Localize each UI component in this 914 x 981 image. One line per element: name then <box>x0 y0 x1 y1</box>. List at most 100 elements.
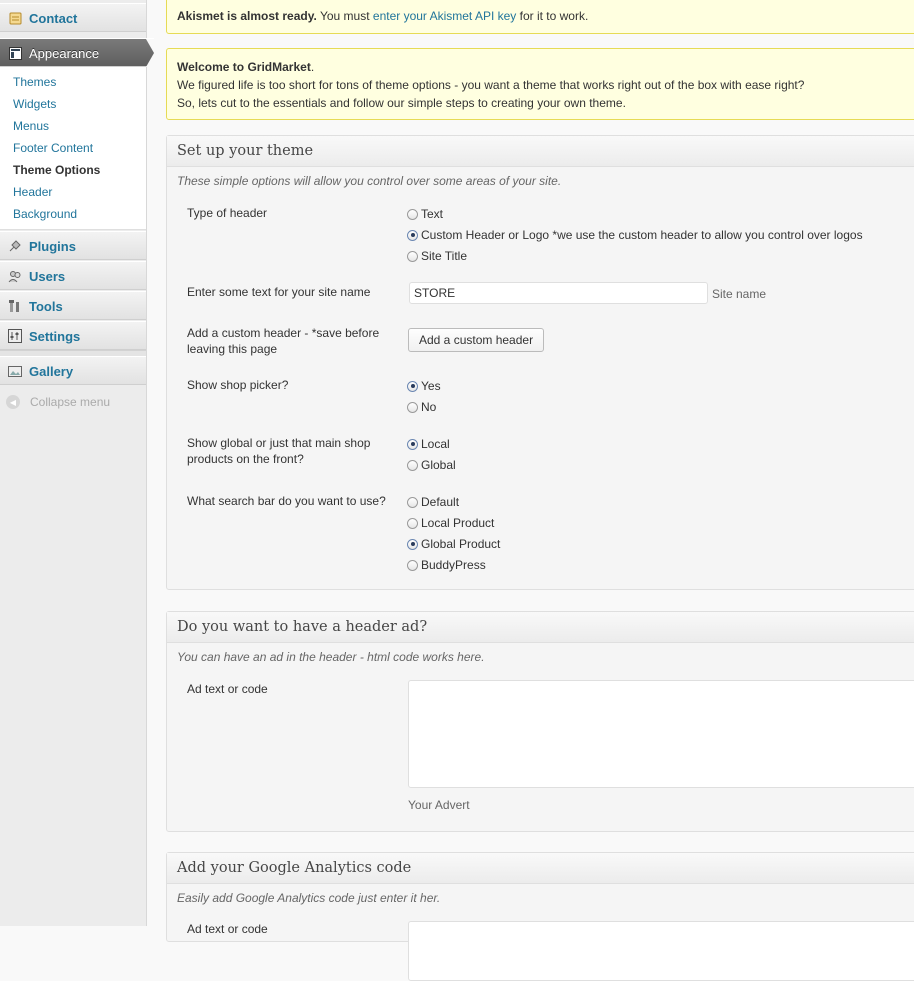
menu-contact-label: Contact <box>29 11 78 26</box>
menu-gallery[interactable]: Gallery <box>0 356 146 385</box>
submenu-header[interactable]: Header <box>13 185 52 199</box>
header-type-text-label: Text <box>421 207 444 221</box>
menu-settings[interactable]: Settings <box>0 321 146 350</box>
radio-circle[interactable] <box>407 559 418 571</box>
products-local-radio[interactable]: Local <box>407 437 450 451</box>
analytics-title: Add your Google Analytics code <box>167 853 914 884</box>
header-type-text-radio[interactable]: Text <box>407 207 443 221</box>
setup-theme-box: Set up your theme These simple options w… <box>166 135 914 590</box>
shop-picker-yes-label: Yes <box>421 379 441 393</box>
analytics-description: Easily add Google Analytics code just en… <box>177 891 441 905</box>
menu-appearance[interactable]: Appearance <box>0 38 154 67</box>
menu-appearance-label: Appearance <box>29 46 100 61</box>
radio-circle[interactable] <box>407 250 418 262</box>
analytics-textarea[interactable] <box>408 921 914 981</box>
menu-contact[interactable]: Contact <box>0 3 146 32</box>
header-type-label: Type of header <box>187 206 268 220</box>
settings-icon <box>8 329 22 343</box>
welcome-title-line: Welcome to GridMarket. <box>177 58 914 76</box>
akismet-notice-text-post: for it to work. <box>516 9 589 23</box>
akismet-notice-bold: Akismet is almost ready. <box>177 9 317 23</box>
collapse-arrow-icon: ◀ <box>6 395 20 409</box>
radio-circle[interactable] <box>407 438 418 450</box>
search-bar-label: What search bar do you want to use? <box>187 494 386 508</box>
radio-circle[interactable] <box>407 459 418 471</box>
header-type-site-title-radio[interactable]: Site Title <box>407 249 467 263</box>
radio-circle[interactable] <box>407 538 418 550</box>
appearance-submenu: Themes Widgets Menus Footer Content Them… <box>0 67 146 230</box>
users-icon <box>8 269 22 283</box>
menu-plugins[interactable]: Plugins <box>0 231 146 260</box>
menu-users[interactable]: Users <box>0 261 146 290</box>
shop-picker-label: Show shop picker? <box>187 378 289 392</box>
header-type-custom-radio[interactable]: Custom Header or Logo *we use the custom… <box>407 228 863 242</box>
header-ad-title: Do you want to have a header ad? <box>167 612 914 643</box>
radio-circle[interactable] <box>407 208 418 220</box>
add-custom-header-button[interactable]: Add a custom header <box>408 328 545 352</box>
search-local-product-label: Local Product <box>421 516 495 530</box>
site-name-input[interactable] <box>409 282 708 304</box>
akismet-notice-text-pre: You must <box>316 9 373 23</box>
welcome-title: Welcome to GridMarket <box>177 60 311 74</box>
header-ad-textarea[interactable] <box>408 680 914 788</box>
products-global-radio[interactable]: Global <box>407 458 456 472</box>
submenu-widgets[interactable]: Widgets <box>13 97 56 111</box>
akismet-api-key-link[interactable]: enter your Akismet API key <box>373 9 516 23</box>
welcome-line-1: We figured life is too short for tons of… <box>177 78 805 92</box>
analytics-box: Add your Google Analytics code Easily ad… <box>166 852 914 981</box>
welcome-title-period: . <box>310 60 315 74</box>
gallery-icon <box>8 364 22 378</box>
welcome-line-2: So, lets cut to the essentials and follo… <box>177 96 626 110</box>
site-name-label: Enter some text for your site name <box>187 285 371 299</box>
menu-plugins-label: Plugins <box>29 239 76 254</box>
search-buddypress-label: BuddyPress <box>421 558 486 572</box>
site-name-hint: Site name <box>712 287 767 301</box>
header-ad-box: Do you want to have a header ad? You can… <box>166 611 914 832</box>
products-global-label: Global <box>421 458 456 472</box>
search-global-product-radio[interactable]: Global Product <box>407 537 500 551</box>
welcome-notice: Welcome to GridMarket. We figured life i… <box>166 48 914 120</box>
radio-circle[interactable] <box>407 380 418 392</box>
radio-circle[interactable] <box>407 517 418 529</box>
radio-circle[interactable] <box>407 229 418 241</box>
search-buddypress-radio[interactable]: BuddyPress <box>407 558 486 572</box>
radio-circle[interactable] <box>407 496 418 508</box>
setup-theme-description: These simple options will allow you cont… <box>177 174 562 188</box>
akismet-notice: Akismet is almost ready. You must enter … <box>166 0 914 34</box>
products-local-label: Local <box>421 437 450 451</box>
shop-picker-no-radio[interactable]: No <box>407 400 436 414</box>
menu-tools[interactable]: Tools <box>0 291 146 320</box>
menu-tools-label: Tools <box>29 299 63 314</box>
menu-settings-label: Settings <box>29 329 81 344</box>
header-ad-hint: Your Advert <box>408 798 470 812</box>
search-local-product-radio[interactable]: Local Product <box>407 516 494 530</box>
header-type-custom-label: Custom Header or Logo *we use the custom… <box>421 228 863 242</box>
tools-icon <box>8 299 22 313</box>
appearance-icon <box>8 46 22 60</box>
shop-picker-yes-radio[interactable]: Yes <box>407 379 441 393</box>
collapse-menu-label: Collapse menu <box>30 395 111 409</box>
submenu-themes[interactable]: Themes <box>13 75 56 89</box>
menu-gallery-label: Gallery <box>29 364 74 379</box>
header-ad-description: You can have an ad in the header - html … <box>177 650 485 664</box>
submenu-theme-options[interactable]: Theme Options <box>13 163 100 177</box>
submenu-background[interactable]: Background <box>13 207 77 221</box>
radio-circle[interactable] <box>407 401 418 413</box>
header-ad-label: Ad text or code <box>187 682 268 696</box>
analytics-label: Ad text or code <box>187 922 268 936</box>
admin-sidebar: Contact Appearance Themes Widgets Menus … <box>0 0 154 926</box>
menu-users-label: Users <box>29 269 66 284</box>
submenu-footer-content[interactable]: Footer Content <box>13 141 93 155</box>
search-global-product-label: Global Product <box>421 537 501 551</box>
custom-header-label: Add a custom header - *save before leavi… <box>187 326 380 356</box>
header-type-site-title-label: Site Title <box>421 249 468 263</box>
setup-theme-title: Set up your theme <box>167 136 914 167</box>
search-default-radio[interactable]: Default <box>407 495 459 509</box>
search-default-label: Default <box>421 495 460 509</box>
collapse-menu[interactable]: ◀ Collapse menu <box>6 395 110 409</box>
main-content: Akismet is almost ready. You must enter … <box>148 0 914 981</box>
submenu-menus[interactable]: Menus <box>13 119 49 133</box>
global-local-label: Show global or just that main shop produ… <box>187 436 371 466</box>
plugins-icon <box>8 239 22 253</box>
shop-picker-no-label: No <box>421 400 437 414</box>
